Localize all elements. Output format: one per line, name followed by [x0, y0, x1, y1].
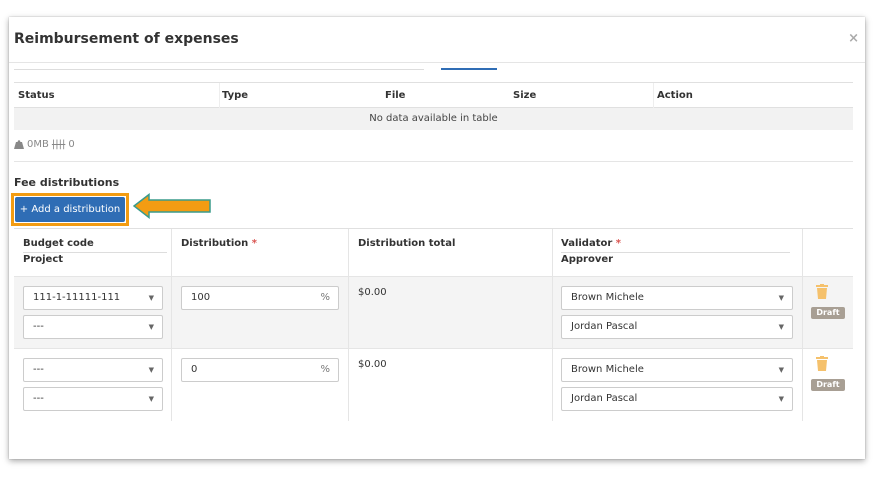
modal-title: Reimbursement of expenses — [14, 31, 239, 47]
search-input[interactable] — [14, 64, 424, 70]
distributions-table: Budget code Project Distribution * Distr… — [14, 228, 853, 421]
section-divider — [14, 161, 853, 162]
status-badge: Draft — [811, 307, 845, 319]
budget-code-value: --- — [33, 364, 44, 375]
file-stats: 0MB |||| 0 — [14, 139, 75, 150]
column-divider — [802, 229, 803, 277]
validator-select[interactable]: Brown Michele ▼ — [561, 286, 793, 310]
header-separator — [561, 252, 790, 253]
project-select[interactable]: --- ▼ — [23, 387, 163, 411]
header-distribution-total: Distribution total — [358, 238, 456, 249]
column-divider — [552, 349, 553, 421]
column-divider — [219, 83, 220, 108]
header-validator-label: Validator — [561, 238, 613, 249]
column-status[interactable]: Status — [18, 90, 55, 101]
column-divider — [802, 349, 803, 421]
add-distribution-button[interactable]: + Add a distribution — [15, 197, 125, 222]
caret-down-icon: ▼ — [148, 323, 154, 331]
status-badge: Draft — [811, 379, 845, 391]
approver-value: Jordan Pascal — [571, 393, 638, 404]
column-divider — [348, 229, 349, 277]
header-separator — [23, 252, 167, 253]
caret-down-icon: ▼ — [148, 366, 154, 374]
caret-down-icon: ▼ — [778, 294, 784, 302]
project-select[interactable]: --- ▼ — [23, 315, 163, 339]
budget-code-value: 111-1-11111-111 — [33, 292, 121, 303]
column-divider — [552, 229, 553, 277]
validator-value: Brown Michele — [571, 292, 644, 303]
header-project: Project — [23, 254, 64, 265]
header-distribution-label: Distribution — [181, 238, 249, 249]
file-size-total: 0MB — [27, 139, 49, 150]
trash-icon[interactable] — [816, 356, 828, 371]
budget-code-select[interactable]: --- ▼ — [23, 358, 163, 382]
close-icon[interactable]: × — [848, 31, 859, 46]
distribution-row: --- ▼ --- ▼ 0 % $0.00 Brown Michele ▼ Jo… — [14, 348, 853, 421]
file-count: 0 — [68, 139, 75, 150]
distribution-input[interactable]: 100 % — [181, 286, 339, 310]
column-divider — [171, 277, 172, 349]
column-action[interactable]: Action — [657, 90, 693, 101]
budget-code-select[interactable]: 111-1-11111-111 ▼ — [23, 286, 163, 310]
validator-value: Brown Michele — [571, 364, 644, 375]
distribution-value: 100 — [191, 292, 211, 303]
header-distribution: Distribution * — [181, 238, 257, 249]
files-table-header: Status Type File Size Action — [14, 82, 853, 108]
column-divider — [171, 349, 172, 421]
column-divider — [552, 277, 553, 349]
column-divider — [348, 277, 349, 349]
files-table: Status Type File Size Action No data ava… — [14, 82, 853, 130]
distribution-value: 0 — [191, 364, 198, 375]
approver-select[interactable]: Jordan Pascal ▼ — [561, 387, 793, 411]
approver-value: Jordan Pascal — [571, 321, 638, 332]
files-table-empty: No data available in table — [14, 108, 853, 130]
column-size[interactable]: Size — [513, 90, 536, 101]
column-divider — [802, 277, 803, 349]
caret-down-icon: ▼ — [778, 395, 784, 403]
header-validator: Validator * — [561, 238, 621, 249]
project-value: --- — [33, 321, 44, 332]
required-mark: * — [251, 238, 258, 249]
validator-select[interactable]: Brown Michele ▼ — [561, 358, 793, 382]
pointer-arrow-icon — [133, 193, 211, 219]
caret-down-icon: ▼ — [778, 366, 784, 374]
weight-icon — [14, 140, 24, 149]
column-divider — [348, 349, 349, 421]
fee-distributions-title: Fee distributions — [14, 176, 120, 189]
approver-select[interactable]: Jordan Pascal ▼ — [561, 315, 793, 339]
column-divider — [653, 83, 654, 108]
caret-down-icon: ▼ — [148, 294, 154, 302]
header-budget-code: Budget code — [23, 238, 94, 249]
distribution-row: 111-1-11111-111 ▼ --- ▼ 100 % $0.00 Brow… — [14, 276, 853, 349]
distributions-table-header: Budget code Project Distribution * Distr… — [14, 228, 853, 277]
trash-icon[interactable] — [816, 284, 828, 299]
distribution-total: $0.00 — [358, 287, 387, 298]
distribution-input[interactable]: 0 % — [181, 358, 339, 382]
caret-down-icon: ▼ — [778, 323, 784, 331]
required-mark: * — [615, 238, 622, 249]
column-file[interactable]: File — [385, 90, 405, 101]
percent-unit: % — [320, 364, 330, 375]
caret-down-icon: ▼ — [148, 395, 154, 403]
column-type[interactable]: Type — [222, 90, 248, 101]
tally-icon: |||| — [51, 139, 66, 150]
reimbursement-modal: Reimbursement of expenses × Status Type … — [9, 17, 865, 459]
upload-button[interactable] — [441, 64, 497, 70]
percent-unit: % — [320, 292, 330, 303]
distribution-total: $0.00 — [358, 359, 387, 370]
modal-header: Reimbursement of expenses × — [9, 17, 865, 63]
column-divider — [171, 229, 172, 277]
project-value: --- — [33, 393, 44, 404]
header-approver: Approver — [561, 254, 614, 265]
